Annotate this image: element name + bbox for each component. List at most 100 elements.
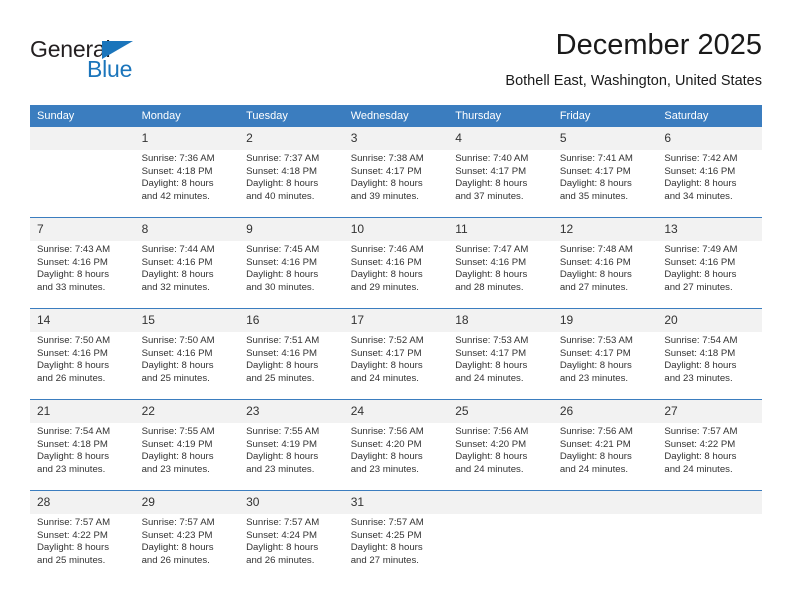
daylight-text-line2: and 23 minutes. <box>141 463 210 475</box>
day-cell[interactable]: 7 Sunrise: 7:43 AM Sunset: 4:16 PM Daylight… <box>30 218 135 308</box>
day-cell[interactable]: 15 Sunrise: 7:50 AM Sunset: 4:16 PM Dayligh… <box>134 309 240 399</box>
daylight-text-line2: and 27 minutes. <box>664 281 733 293</box>
general-blue-logo[interactable]: General Blue <box>30 36 230 92</box>
day-number: 17 <box>343 309 449 332</box>
day-number <box>552 491 658 514</box>
day-cell[interactable]: 26 Sunrise: 7:56 AM Sunset: 4:21 PM Dayligh… <box>552 400 658 490</box>
day-cell[interactable]: 16 Sunrise: 7:51 AM Sunset: 4:16 PM Dayligh… <box>239 309 344 399</box>
day-cell[interactable]: 25 Sunrise: 7:56 AM Sunset: 4:20 PM Dayligh… <box>448 400 553 490</box>
day-cell[interactable]: 3 Sunrise: 7:38 AM Sunset: 4:17 PM Daylight… <box>343 127 449 217</box>
day-details: Sunrise: 7:54 AM Sunset: 4:18 PM Daylight:… <box>657 332 762 399</box>
daylight-text-line1: Daylight: 8 hours <box>664 269 737 281</box>
daylight-text-line2: and 29 minutes. <box>350 281 419 293</box>
day-cell[interactable]: 30 Sunrise: 7:57 AM Sunset: 4:24 PM Dayligh… <box>239 491 344 581</box>
daylight-text-line1: Daylight: 8 hours <box>246 451 319 463</box>
day-number: 30 <box>239 491 344 514</box>
sunset-text: Sunset: 4:18 PM <box>664 347 736 359</box>
sunset-text: Sunset: 4:16 PM <box>246 347 318 359</box>
day-details: Sunrise: 7:50 AM Sunset: 4:16 PM Daylight:… <box>30 332 135 399</box>
calendar-week-row: 28 Sunrise: 7:57 AM Sunset: 4:22 PM Dayligh… <box>30 491 762 581</box>
day-cell[interactable]: 17 Sunrise: 7:52 AM Sunset: 4:17 PM Dayligh… <box>343 309 449 399</box>
sunrise-text: Sunrise: 7:50 AM <box>141 335 215 346</box>
weekday-header-sunday: Sunday <box>30 105 135 127</box>
day-number: 19 <box>552 309 658 332</box>
page-subtitle: Bothell East, Washington, United States <box>505 73 762 89</box>
day-number: 3 <box>343 127 449 150</box>
day-cell[interactable]: 13 Sunrise: 7:49 AM Sunset: 4:16 PM Dayligh… <box>657 218 762 308</box>
daylight-text-line2: and 34 minutes. <box>664 190 733 202</box>
day-cell-empty <box>448 491 553 581</box>
day-cell[interactable]: 4 Sunrise: 7:40 AM Sunset: 4:17 PM Daylight… <box>448 127 553 217</box>
daylight-text-line2: and 35 minutes. <box>559 190 629 202</box>
day-cell[interactable]: 28 Sunrise: 7:57 AM Sunset: 4:22 PM Dayligh… <box>30 491 135 581</box>
day-cell[interactable]: 31 Sunrise: 7:57 AM Sunset: 4:25 PM Dayligh… <box>343 491 449 581</box>
day-cell[interactable]: 21 Sunrise: 7:54 AM Sunset: 4:18 PM Dayligh… <box>30 400 135 490</box>
daylight-text-line1: Daylight: 8 hours <box>350 178 423 190</box>
sunset-text: Sunset: 4:16 PM <box>141 347 213 359</box>
daylight-text-line1: Daylight: 8 hours <box>246 542 319 554</box>
sunrise-text: Sunrise: 7:55 AM <box>141 426 215 437</box>
daylight-text-line1 <box>37 178 129 191</box>
daylight-text-line1: Daylight: 8 hours <box>664 178 737 190</box>
day-cell[interactable]: 29 Sunrise: 7:57 AM Sunset: 4:23 PM Dayligh… <box>134 491 240 581</box>
sunrise-text: Sunrise: 7:37 AM <box>246 153 320 164</box>
day-details <box>448 514 553 581</box>
day-cell[interactable]: 19 Sunrise: 7:53 AM Sunset: 4:17 PM Dayligh… <box>552 309 658 399</box>
day-cell[interactable]: 2 Sunrise: 7:37 AM Sunset: 4:18 PM Daylight… <box>239 127 344 217</box>
day-number: 29 <box>134 491 240 514</box>
sunrise-text: Sunrise: 7:56 AM <box>350 426 424 437</box>
daylight-text-line1: Daylight: 8 hours <box>455 178 528 190</box>
day-cell[interactable]: 14 Sunrise: 7:50 AM Sunset: 4:16 PM Dayligh… <box>30 309 135 399</box>
day-number: 9 <box>239 218 344 241</box>
sunset-text: Sunset: 4:20 PM <box>455 438 527 450</box>
day-cell[interactable]: 22 Sunrise: 7:55 AM Sunset: 4:19 PM Dayligh… <box>134 400 240 490</box>
day-details: Sunrise: 7:57 AM Sunset: 4:25 PM Daylight:… <box>344 514 449 581</box>
day-number <box>30 127 135 150</box>
sunset-text: Sunset: 4:17 PM <box>559 165 631 177</box>
day-details: Sunrise: 7:51 AM Sunset: 4:16 PM Daylight:… <box>239 332 344 399</box>
day-details <box>657 514 762 581</box>
weekday-header-thursday: Thursday <box>448 105 553 127</box>
day-cell[interactable]: 8 Sunrise: 7:44 AM Sunset: 4:16 PM Daylight… <box>134 218 240 308</box>
daylight-text-line1: Daylight: 8 hours <box>455 360 528 372</box>
daylight-text-line1 <box>560 542 652 555</box>
day-details: Sunrise: 7:48 AM Sunset: 4:16 PM Daylight:… <box>553 241 658 308</box>
day-cell[interactable]: 18 Sunrise: 7:53 AM Sunset: 4:17 PM Dayligh… <box>448 309 553 399</box>
day-cell[interactable]: 6 Sunrise: 7:42 AM Sunset: 4:16 PM Daylight… <box>657 127 762 217</box>
day-cell[interactable]: 23 Sunrise: 7:55 AM Sunset: 4:19 PM Dayligh… <box>239 400 344 490</box>
logo-text-blue: Blue <box>87 56 133 82</box>
sunset-text <box>37 166 129 179</box>
weekday-header-saturday: Saturday <box>657 105 762 127</box>
sunrise-text <box>664 517 756 530</box>
day-cell[interactable]: 27 Sunrise: 7:57 AM Sunset: 4:22 PM Dayligh… <box>657 400 762 490</box>
day-cell[interactable]: 9 Sunrise: 7:45 AM Sunset: 4:16 PM Daylight… <box>239 218 344 308</box>
daylight-text-line1: Daylight: 8 hours <box>141 269 214 281</box>
day-cell[interactable]: 20 Sunrise: 7:54 AM Sunset: 4:18 PM Dayligh… <box>657 309 762 399</box>
daylight-text-line1: Daylight: 8 hours <box>37 360 109 372</box>
day-cell[interactable]: 11 Sunrise: 7:47 AM Sunset: 4:16 PM Dayligh… <box>448 218 553 308</box>
daylight-text-line2: and 24 minutes. <box>350 372 419 384</box>
day-number: 21 <box>30 400 135 423</box>
daylight-text-line2: and 23 minutes. <box>559 372 629 384</box>
sunset-text <box>664 530 756 543</box>
sunrise-text: Sunrise: 7:48 AM <box>559 244 633 255</box>
day-cell[interactable]: 24 Sunrise: 7:56 AM Sunset: 4:20 PM Dayligh… <box>343 400 449 490</box>
day-details: Sunrise: 7:52 AM Sunset: 4:17 PM Daylight:… <box>344 332 449 399</box>
day-number: 28 <box>30 491 135 514</box>
day-cell[interactable]: 5 Sunrise: 7:41 AM Sunset: 4:17 PM Daylight… <box>552 127 658 217</box>
day-number: 18 <box>448 309 553 332</box>
daylight-text-line2: and 24 minutes. <box>455 463 524 475</box>
sunrise-text: Sunrise: 7:38 AM <box>350 153 424 164</box>
day-cell[interactable]: 12 Sunrise: 7:48 AM Sunset: 4:16 PM Dayligh… <box>552 218 658 308</box>
daylight-text-line1: Daylight: 8 hours <box>350 269 423 281</box>
sunset-text: Sunset: 4:16 PM <box>664 165 736 177</box>
sunrise-text: Sunrise: 7:54 AM <box>37 426 111 437</box>
sunrise-text: Sunrise: 7:53 AM <box>455 335 529 346</box>
sunset-text: Sunset: 4:18 PM <box>246 165 318 177</box>
day-number: 11 <box>448 218 553 241</box>
daylight-text-line1: Daylight: 8 hours <box>141 360 214 372</box>
day-cell[interactable]: 1 Sunrise: 7:36 AM Sunset: 4:18 PM Daylight… <box>134 127 240 217</box>
day-number: 26 <box>552 400 658 423</box>
day-cell[interactable]: 10 Sunrise: 7:46 AM Sunset: 4:16 PM Dayligh… <box>343 218 449 308</box>
sunrise-text: Sunrise: 7:56 AM <box>455 426 529 437</box>
